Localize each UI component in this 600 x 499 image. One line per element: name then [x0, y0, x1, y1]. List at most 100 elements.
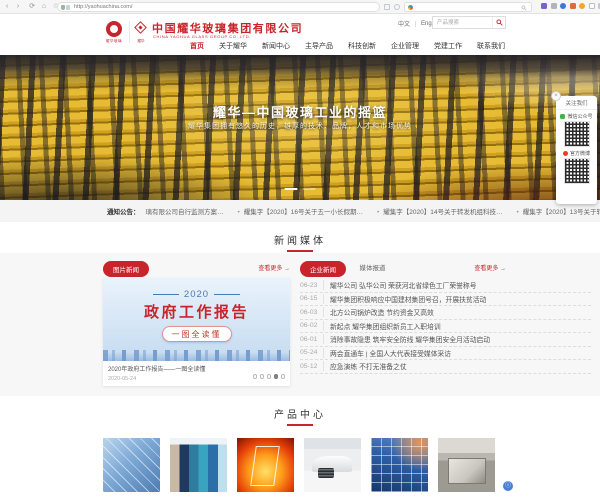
caption-title[interactable]: 2020年政府工作报告——一图全读懂 [108, 364, 285, 373]
extension-bar [541, 3, 600, 9]
news-list-item[interactable]: 06-02 新起点 耀华集团组织新员工入职培训 [300, 320, 591, 334]
news-list-item[interactable]: 05-24 两会直通车 | 全国人大代表接受媒体采访 [300, 347, 591, 361]
nav-contact[interactable]: 联系我们 [477, 41, 505, 51]
product-solar-glass-image[interactable] [371, 438, 428, 492]
nav-home[interactable]: 首页 [190, 41, 204, 51]
extension-icon[interactable] [551, 3, 557, 9]
photo-news-image: 2020 政府工作报告 一图全读懂 [103, 278, 290, 361]
photo-news-caption: 2020年政府工作报告——一图全读懂 2020-05-24 [103, 361, 290, 385]
title-underline [287, 250, 313, 252]
extension-icon[interactable] [570, 3, 576, 9]
news-list-item[interactable]: 06-23 耀华公司 弘华公司 荣获河北省绿色工厂荣誉称号 [300, 279, 591, 293]
news-title[interactable]: 消除事故隐患 筑牢安全防线 耀华集团安全月活动启动 [323, 334, 490, 344]
product-auto-glass-image[interactable] [304, 438, 361, 492]
news-list-item[interactable]: 06-03 北方公司锅炉改造 节约资金又高效 [300, 306, 591, 320]
reload-icon[interactable]: ⟳ [27, 1, 37, 12]
notice-bar: 通知公告： 璃有限公司自行监测方案… 耀集字【2020】16号关于五一小长假期…… [0, 200, 600, 222]
news-date: 06-23 [300, 282, 323, 289]
carousel-dots [253, 374, 286, 379]
site-header: 耀华玻璃 耀华 中国耀华玻璃集团有限公司 CHINA YAOHUA GLASS … [0, 14, 600, 55]
news-list-item[interactable]: 05-12 应急演练 不打无准备之仗 [300, 360, 591, 374]
carousel-dot-active[interactable] [274, 374, 279, 379]
news-title[interactable]: 应急演练 不打无准备之仗 [323, 361, 407, 371]
product-appliance-glass-image[interactable] [438, 438, 495, 492]
slider-dash[interactable] [303, 188, 316, 191]
product-building-glass-image[interactable] [103, 438, 160, 492]
news-title[interactable]: 耀华公司 弘华公司 荣获河北省绿色工厂荣誉称号 [323, 280, 477, 290]
weibo-icon [563, 151, 568, 156]
card-year: 2020 [184, 289, 209, 300]
product-search-button[interactable] [492, 17, 505, 28]
lang-zh-link[interactable]: 中文 [398, 19, 415, 28]
decor-line [214, 294, 240, 295]
grid-icon[interactable] [384, 4, 390, 10]
yaohua-ring-logo-icon[interactable] [106, 21, 122, 37]
page: ‹ › ⟳ ⌂ ☆ http://yaohuachina.com/ v [0, 0, 600, 499]
tab-photo-news[interactable]: 图片新闻 [103, 261, 149, 277]
product-search-input[interactable] [433, 17, 492, 28]
news-list-item[interactable]: 06-01 消除事故隐患 筑牢安全防线 耀华集团安全月活动启动 [300, 333, 591, 347]
notice-link[interactable]: 耀集字【2020】14号关于转发机组科技… [377, 206, 502, 216]
carousel-dot[interactable] [253, 374, 258, 379]
news-title[interactable]: 新起点 耀华集团组织新员工入职培训 [323, 321, 441, 331]
news-date: 06-02 [300, 322, 323, 329]
corp-news-more-link[interactable]: 查看更多 → [474, 263, 506, 272]
nav-about[interactable]: 关于耀华 [219, 41, 247, 51]
nav-party[interactable]: 党建工作 [434, 41, 462, 51]
browser-toolbar: ‹ › ⟳ ⌂ ☆ http://yaohuachina.com/ v [0, 0, 600, 14]
nav-news[interactable]: 新闻中心 [262, 41, 290, 51]
news-date: 06-03 [300, 309, 323, 316]
weibo-label: 官方微博 [570, 150, 590, 157]
notice-link[interactable]: 耀集字【2020】16号关于五一小长假期… [238, 206, 363, 216]
news-list-item[interactable]: 06-15 耀华集团积极响应中国建材集团号召，开展扶贫活动 [300, 293, 591, 307]
product-fireproof-glass-image[interactable] [237, 438, 294, 492]
news-date: 05-24 [300, 349, 323, 356]
card-year-row: 2020 [103, 289, 290, 300]
carousel-dot[interactable] [267, 374, 272, 379]
skyline-graphic [103, 350, 290, 361]
search-icon [496, 19, 503, 26]
ring-logo-label: 耀华玻璃 [102, 39, 126, 44]
decor-line [153, 294, 179, 295]
hero-banner[interactable]: 耀华—中国玻璃工业的摇篮 耀华集团拥有悠久的历史，雄厚的技术、品牌，人才和市场优… [0, 55, 600, 200]
nav-management[interactable]: 企业管理 [391, 41, 419, 51]
nav-products[interactable]: 主导产品 [305, 41, 333, 51]
back-icon[interactable]: ‹ [2, 1, 12, 12]
news-title[interactable]: 北方公司锅炉改造 节约资金又高效 [323, 307, 434, 317]
carousel-dot[interactable] [281, 374, 286, 379]
tab-corp-news[interactable]: 企业新闻 [300, 261, 346, 277]
title-underline [287, 424, 313, 426]
chat-widget-icon[interactable]: ⓘ [503, 481, 513, 491]
forward-icon[interactable]: › [13, 1, 23, 12]
yaohua-emblem-icon [134, 21, 147, 34]
photo-news-more-link[interactable]: 查看更多 → [258, 263, 290, 272]
extension-icon[interactable] [579, 3, 585, 9]
company-name-en: CHINA YAOHUA GLASS GROUP CO.,LTD. [153, 34, 251, 39]
notice-link[interactable]: 耀集字【2020】13号关于转发机组科技… [516, 206, 600, 216]
products-section-title: 产品中心 [0, 396, 600, 421]
tab-media-report[interactable]: 媒体报道 [359, 262, 385, 272]
extension-icon[interactable] [541, 3, 547, 9]
carousel-dot[interactable] [260, 374, 265, 379]
browser-search-box[interactable] [404, 2, 532, 12]
close-icon[interactable]: × [551, 91, 561, 101]
notice-link[interactable]: 璃有限公司自行监测方案… [146, 206, 224, 216]
url-text[interactable]: http://yaohuachina.com/ [74, 4, 132, 10]
wechat-icon [560, 114, 565, 119]
photo-news-card[interactable]: 2020 政府工作报告 一图全读懂 2020年政府工作报告——一图全读懂 202… [103, 278, 290, 386]
products-row [103, 438, 495, 492]
add-icon[interactable] [394, 4, 400, 10]
news-date: 06-15 [300, 295, 323, 302]
slider-dash-active[interactable] [285, 188, 298, 191]
home-icon[interactable]: ⌂ [39, 1, 49, 12]
news-title[interactable]: 耀华集团积极响应中国建材集团号召，开展扶贫活动 [323, 294, 486, 304]
product-tinted-glass-image[interactable] [170, 438, 227, 492]
nav-innovation[interactable]: 科技创新 [348, 41, 376, 51]
table-icon[interactable] [589, 3, 595, 9]
url-bar[interactable]: http://yaohuachina.com/ [57, 2, 380, 12]
search-icon[interactable] [521, 5, 527, 11]
notice-label: 通知公告： [107, 206, 140, 216]
news-title[interactable]: 两会直通车 | 全国人大代表接受媒体采访 [323, 348, 451, 358]
extension-icon[interactable] [560, 3, 566, 9]
hero-slider-indicators [285, 188, 316, 191]
